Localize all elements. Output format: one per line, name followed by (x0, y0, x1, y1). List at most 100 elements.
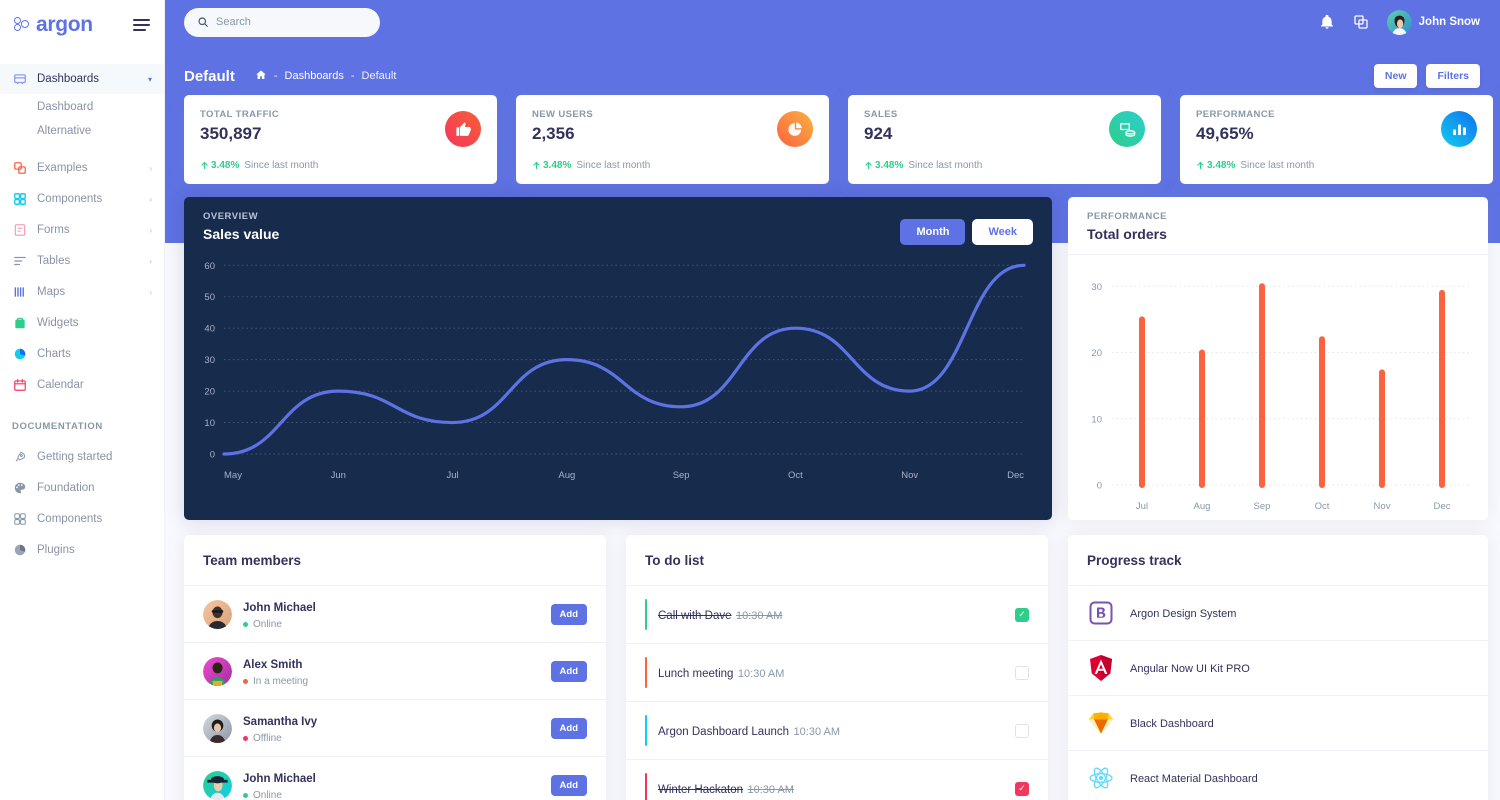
sidebar-item-widgets[interactable]: Widgets (0, 308, 164, 338)
sidebar-item-label: Widgets (37, 317, 79, 329)
member-name: Samantha Ivy (243, 716, 318, 728)
toggle-week-button[interactable]: Week (972, 219, 1033, 245)
member-name: Alex Smith (243, 659, 303, 671)
stat-value: 350,897 (200, 124, 262, 143)
toggle-month-button[interactable]: Month (900, 219, 966, 245)
sidebar-item-forms[interactable]: Forms › (0, 215, 164, 245)
search-box[interactable] (184, 7, 380, 37)
stat-card-total-traffic: TOTAL TRAFFIC 350,897 3.48% Since last m… (184, 95, 497, 184)
svg-text:20: 20 (204, 387, 215, 398)
list-item: John Michael Online Add (184, 586, 606, 643)
sidebar-subitem-dashboard[interactable]: Dashboard (0, 95, 164, 119)
sidebar-item-label: Components (37, 513, 103, 525)
sidebar-item-components[interactable]: Components › (0, 184, 164, 214)
home-icon[interactable] (255, 69, 267, 84)
add-button[interactable]: Add (550, 774, 587, 796)
pie-icon (12, 543, 27, 558)
user-menu[interactable]: John Snow (1386, 9, 1480, 35)
add-button[interactable]: Add (550, 603, 587, 625)
total-orders-card: PERFORMANCE Total orders 0 10 20 30 Jul Aug Se… (1068, 197, 1488, 520)
avatar (1386, 9, 1412, 35)
todo-card-header: To do list (626, 535, 1048, 586)
filters-button[interactable]: Filters (1426, 64, 1480, 88)
progress-items-list: Argon Design System Angular Now UI Kit P… (1068, 586, 1488, 800)
sidebar-item-dashboards[interactable]: Dashboards ▾ (0, 64, 164, 94)
page-title: Default (184, 67, 235, 85)
todo-checkbox[interactable]: ✓ (1015, 781, 1029, 796)
svg-text:60: 60 (204, 261, 215, 272)
avatar (203, 713, 232, 743)
sidebar-subitem-alternative[interactable]: Alternative (0, 119, 164, 143)
svg-text:Nov: Nov (1374, 501, 1391, 512)
priority-bar (645, 657, 647, 688)
sidebar-toggle-icon[interactable] (133, 19, 150, 31)
avatar (203, 770, 232, 800)
bell-icon[interactable] (1319, 14, 1335, 30)
sidebar-item-getting-started[interactable]: Getting started (0, 442, 164, 472)
svg-text:Nov: Nov (901, 470, 918, 481)
maps-icon (12, 285, 27, 300)
stat-delta-value: 3.48% (543, 160, 572, 171)
svg-text:Oct: Oct (1315, 501, 1330, 512)
stat-since: Since last month (908, 160, 983, 171)
sidebar-item-foundation[interactable]: Foundation (0, 473, 164, 503)
topbar-actions: John Snow (1319, 9, 1500, 35)
chevron-right-icon: › (149, 194, 152, 204)
sidebar-item-maps[interactable]: Maps › (0, 277, 164, 307)
status-dot (243, 736, 248, 741)
svg-text:May: May (224, 470, 242, 481)
svg-text:Aug: Aug (558, 470, 575, 481)
sidebar-item-doc-components[interactable]: Components (0, 504, 164, 534)
forms-icon (12, 223, 27, 238)
stat-card-new-users: NEW USERS 2,356 3.48% Since last month (516, 95, 829, 184)
orders-eyebrow: PERFORMANCE (1087, 211, 1167, 222)
todo-time: 10:30 AM (793, 725, 841, 738)
svg-text:Sep: Sep (673, 470, 690, 481)
orders-title: Total orders (1087, 226, 1167, 242)
breadcrumb-dashboards[interactable]: Dashboards (285, 70, 344, 82)
sidebar-item-plugins[interactable]: Plugins (0, 535, 164, 565)
member-status-label: Online (253, 790, 282, 800)
list-item: Alex Smith In a meeting Add (184, 643, 606, 700)
orders-card-header: PERFORMANCE Total orders (1068, 197, 1488, 255)
todo-info: Winter Hackaton 10:30 AM (658, 780, 1015, 798)
stat-footer: 3.48% Since last month (200, 160, 318, 171)
brand-logo[interactable]: argon (14, 13, 93, 37)
member-info: John Michael Online (243, 769, 540, 800)
sidebar-subitem-label: Alternative (37, 125, 92, 137)
list-item: Black Dashboard (1068, 696, 1488, 751)
todo-checkbox[interactable] (1015, 723, 1029, 738)
stat-label: TOTAL TRAFFIC (200, 109, 280, 120)
chevron-right-icon: › (149, 163, 152, 173)
team-members-card: Team members John Michael Online Add Ale… (184, 535, 606, 800)
todo-checkbox[interactable]: ✓ (1015, 607, 1029, 622)
todo-checkbox[interactable] (1015, 665, 1029, 680)
copy-icon[interactable] (1353, 14, 1369, 30)
priority-bar (645, 715, 647, 746)
sidebar-item-label: Calendar (37, 379, 84, 391)
page-header: Default - Dashboards - Default New Filte… (165, 58, 1500, 94)
member-status: Offline (243, 733, 540, 744)
add-button[interactable]: Add (550, 717, 587, 739)
svg-text:Oct: Oct (788, 470, 803, 481)
progress-body: Argon Design System (1130, 604, 1469, 622)
add-button[interactable]: Add (550, 660, 587, 682)
sidebar-item-examples[interactable]: Examples › (0, 153, 164, 183)
sidebar-item-label: Getting started (37, 451, 113, 463)
sidebar-item-charts[interactable]: Charts (0, 339, 164, 369)
sidebar-item-label: Foundation (37, 482, 95, 494)
svg-text:Dec: Dec (1434, 501, 1451, 512)
svg-text:10: 10 (204, 418, 215, 429)
new-button[interactable]: New (1373, 64, 1418, 88)
member-status: Online (243, 619, 540, 630)
sidebar-item-tables[interactable]: Tables › (0, 246, 164, 276)
sidebar-item-calendar[interactable]: Calendar (0, 370, 164, 400)
member-status-label: Offline (253, 733, 282, 744)
member-status: Online (243, 790, 540, 800)
stat-card-sales: SALES 924 3.48% Since last month (848, 95, 1161, 184)
sales-range-toggle: Month Week (900, 219, 1033, 245)
rocket-icon (12, 450, 27, 465)
breadcrumb-separator: - (350, 70, 355, 82)
search-input[interactable] (216, 16, 367, 28)
